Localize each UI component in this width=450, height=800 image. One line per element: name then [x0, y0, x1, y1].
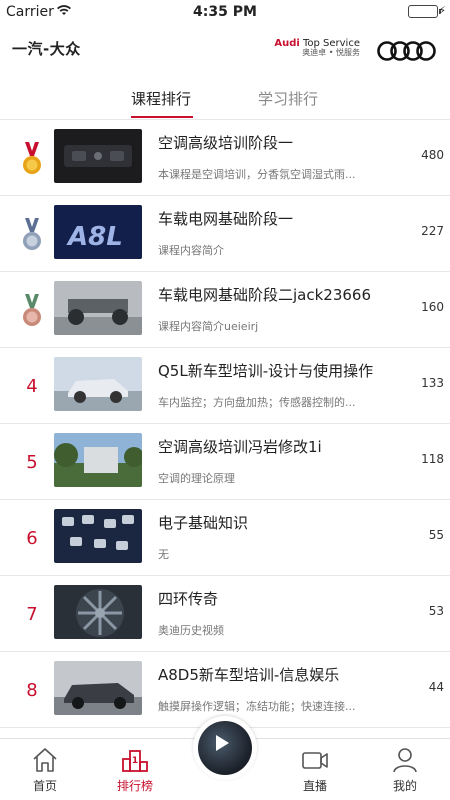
video-camera-icon — [302, 752, 328, 769]
audi-brand-text: Audi — [274, 38, 300, 49]
list-item[interactable]: 5 空调高级培训冯岩修改1i 空调的理论原理 118 — [0, 424, 450, 500]
course-thumbnail — [54, 433, 142, 487]
charging-icon: ⚡ — [438, 4, 446, 17]
course-title: 空调高级培训冯岩修改1i — [158, 438, 322, 456]
view-count: 480 — [421, 148, 444, 162]
course-title: A8D5新车型培训-信息娱乐 — [158, 666, 340, 684]
view-count: 160 — [421, 300, 444, 314]
course-thumbnail — [54, 357, 142, 411]
course-thumbnail — [54, 509, 142, 563]
tab-course-ranking[interactable]: 课程排行 — [131, 88, 191, 109]
course-thumbnail — [54, 585, 142, 639]
battery-icon — [408, 5, 441, 18]
brand-header: 一汽-大众 Audi Top Service 奥迪卓 • 悦服务 — [0, 26, 450, 74]
home-icon — [33, 748, 57, 772]
view-count: 53 — [428, 604, 444, 618]
ranking-tabs: 课程排行 学习排行 — [0, 76, 450, 120]
nav-label: 排行榜 — [116, 779, 153, 793]
course-description: 本课程是空调培训，分香氛空调湿式雨... — [158, 168, 356, 181]
faw-vw-logo: 一汽-大众 — [12, 40, 81, 58]
course-description: 车内监控；方向盘加热；传感器控制的... — [158, 396, 356, 409]
tab-study-ranking[interactable]: 学习排行 — [258, 88, 318, 109]
course-thumbnail: A8L — [54, 205, 142, 259]
course-title: Q5L新车型培训-设计与使用操作 — [158, 362, 374, 380]
status-bar: Carrier 4:35 PM ⚡ — [0, 0, 450, 24]
course-description: 触摸屏操作逻辑；冻结功能；快速连接... — [158, 700, 356, 713]
gold-medal-icon — [20, 142, 44, 176]
course-description: 课程内容简介 — [158, 244, 224, 257]
view-count: 55 — [428, 528, 444, 542]
view-count: 227 — [421, 224, 444, 238]
course-title: 车载电网基础阶段二jack23666 — [158, 286, 372, 304]
course-title: 电子基础知识 — [158, 514, 249, 532]
course-thumbnail — [54, 129, 142, 183]
course-description: 课程内容简介ueieirj — [158, 320, 259, 333]
course-thumbnail — [54, 281, 142, 335]
course-title: 四环传奇 — [158, 590, 219, 608]
nav-ranking[interactable]: 1 排行榜 — [105, 745, 165, 794]
play-icon — [216, 735, 229, 751]
nav-label: 首页 — [32, 779, 57, 793]
clock: 4:35 PM — [193, 4, 257, 20]
rank-number: 5 — [26, 452, 38, 473]
svg-text:A8L: A8L — [66, 222, 123, 252]
list-item[interactable]: 4 Q5L新车型培训-设计与使用操作 车内监控；方向盘加热；传感器控制的... … — [0, 348, 450, 424]
list-item[interactable]: A8L 车载电网基础阶段一 课程内容简介 227 — [0, 196, 450, 272]
podium-icon: 1 — [122, 750, 148, 772]
course-title: 车载电网基础阶段一 — [158, 210, 294, 228]
svg-text:1: 1 — [132, 756, 138, 766]
nav-label: 直播 — [302, 779, 327, 793]
course-description: 空调的理论原理 — [158, 472, 235, 485]
audi-service-cn-text: 奥迪卓 • 悦服务 — [302, 48, 360, 57]
list-item[interactable]: 6 电子基础知识 无 55 — [0, 500, 450, 576]
silver-medal-icon — [20, 218, 44, 252]
course-description: 奥迪历史视频 — [158, 624, 224, 637]
view-count: 133 — [421, 376, 444, 390]
course-ranking-list: 空调高级培训阶段一 本课程是空调培训，分香氛空调湿式雨... 480 A8L 车… — [0, 120, 450, 728]
nav-label: 我的 — [392, 779, 417, 793]
audi-rings-logo — [377, 41, 436, 61]
list-item[interactable]: 空调高级培训阶段一 本课程是空调培训，分香氛空调湿式雨... 480 — [0, 120, 450, 196]
list-item[interactable]: 7 四环传奇 奥迪历史视频 53 — [0, 576, 450, 652]
rank-number: 7 — [26, 604, 38, 625]
nav-mine[interactable]: 我的 — [375, 745, 435, 794]
nav-home[interactable]: 首页 — [15, 745, 75, 794]
rank-number: 8 — [26, 680, 38, 701]
user-icon — [393, 748, 417, 773]
list-item[interactable]: 车载电网基础阶段二jack23666 课程内容简介ueieirj 160 — [0, 272, 450, 348]
course-title: 空调高级培训阶段一 — [158, 134, 294, 152]
view-count: 44 — [428, 680, 444, 694]
active-tab-indicator — [131, 116, 193, 118]
play-button[interactable] — [193, 716, 257, 780]
rank-number: 6 — [26, 528, 38, 549]
rank-number: 4 — [26, 376, 38, 397]
bronze-medal-icon — [20, 294, 44, 328]
nav-live[interactable]: 直播 — [285, 745, 345, 794]
course-description: 无 — [158, 548, 169, 561]
view-count: 118 — [421, 452, 444, 466]
audi-top-service-logo: Audi Top Service 奥迪卓 • 悦服务 — [274, 38, 360, 58]
course-thumbnail — [54, 661, 142, 715]
